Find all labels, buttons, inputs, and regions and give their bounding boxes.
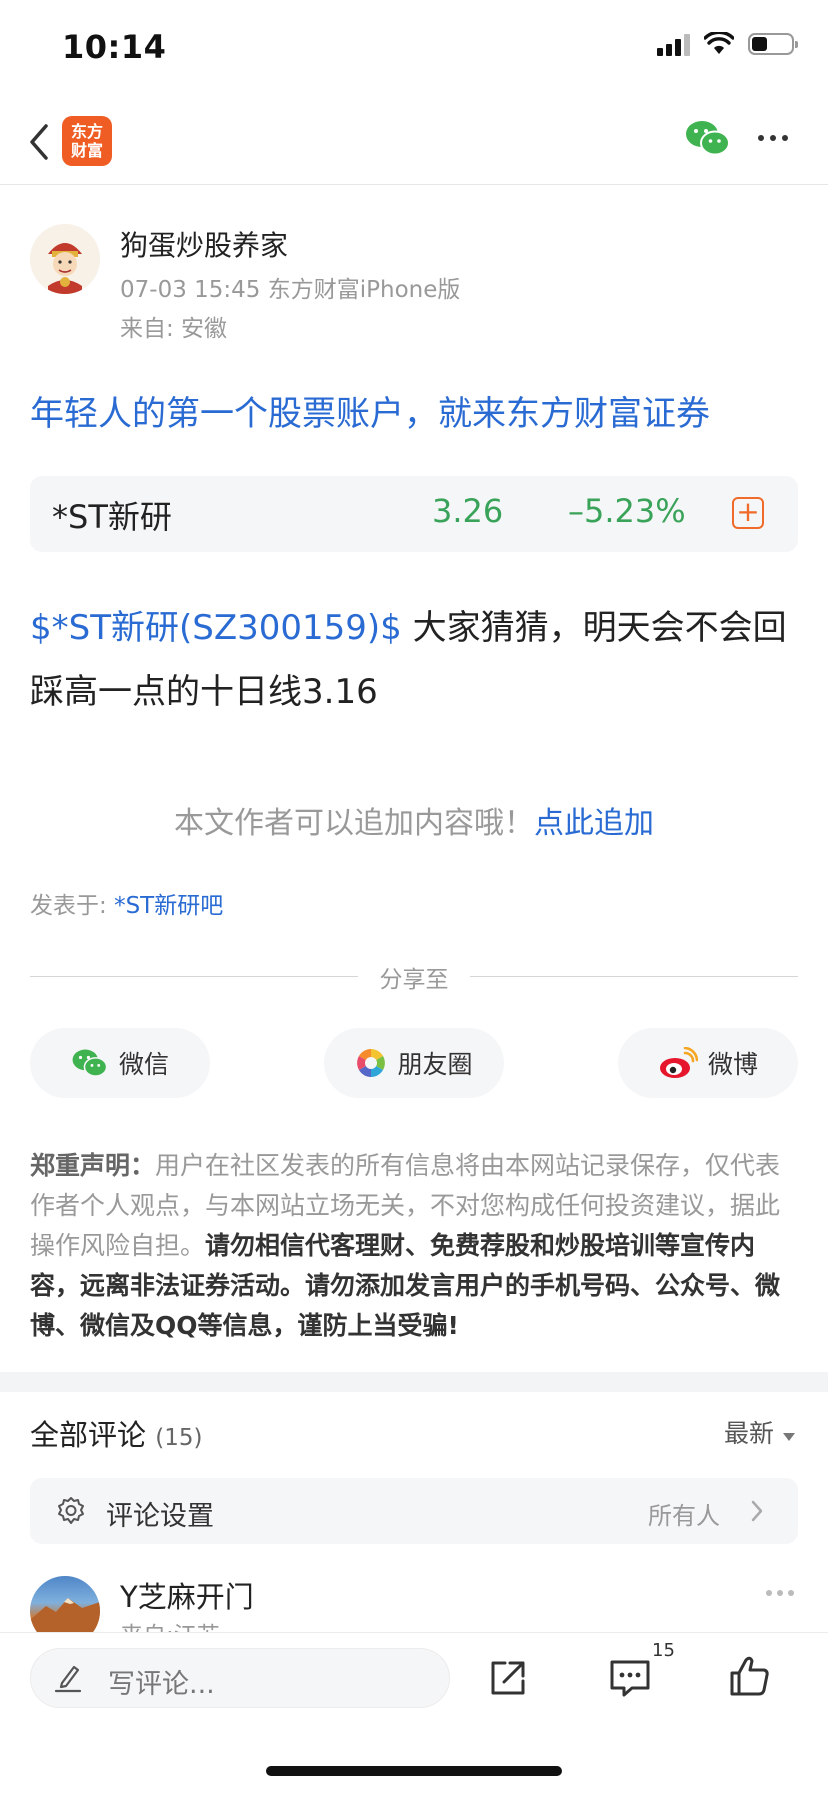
moments-icon — [357, 1049, 386, 1077]
comment-count-badge: 15 — [652, 1640, 675, 1661]
logo-line-1: 东方 — [70, 122, 103, 141]
share-weibo-button[interactable]: 微博 — [618, 1028, 798, 1098]
author-name[interactable]: 狗蛋炒股养家 — [120, 224, 288, 264]
caret-down-icon — [783, 1433, 795, 1441]
wechat-icon[interactable] — [684, 118, 732, 158]
append-prompt: 本文作者可以追加内容哦！点此追加 — [0, 798, 828, 842]
battery-icon — [748, 33, 798, 55]
wechat-icon — [72, 1049, 108, 1077]
share-divider-right — [470, 976, 798, 977]
posted-in-label: 发表于: — [30, 893, 115, 919]
home-indicator — [266, 1766, 562, 1776]
gear-icon — [58, 1497, 84, 1524]
stock-name: *ST新研 — [52, 498, 172, 536]
chevron-right-icon — [751, 1500, 763, 1522]
status-icons — [657, 32, 798, 56]
share-moments-label: 朋友圈 — [397, 1050, 473, 1079]
sort-label: 最新 — [724, 1419, 775, 1448]
ad-link[interactable]: 年轻人的第一个股票账户，就来东方财富证券 — [30, 386, 710, 435]
nav-divider — [0, 184, 828, 185]
status-time: 10:14 — [62, 28, 167, 66]
comment-more-icon[interactable] — [766, 1590, 794, 1596]
comment-icon[interactable] — [608, 1658, 652, 1698]
post-body: $*ST新研(SZ300159)$ 大家猜猜，明天会不会回踩高一点的十日线3.1… — [30, 596, 800, 724]
share-wechat-label: 微信 — [118, 1050, 169, 1079]
eastmoney-logo[interactable]: 东方 财富 — [62, 116, 112, 166]
share-weibo-label: 微博 — [707, 1050, 758, 1079]
logo-line-2: 财富 — [70, 141, 103, 160]
append-link[interactable]: 点此追加 — [534, 806, 654, 841]
comment-settings-label: 评论设置 — [106, 1501, 214, 1532]
stock-change: –5.23% — [568, 492, 686, 530]
section-separator — [0, 1372, 828, 1392]
disclaimer-head: 郑重声明： — [30, 1151, 156, 1180]
signal-icon — [657, 32, 690, 56]
add-watchlist-button[interactable]: + — [732, 497, 764, 529]
append-text: 本文作者可以追加内容哦！ — [174, 806, 534, 841]
share-divider-left — [30, 976, 358, 977]
share-moments-button[interactable]: 朋友圈 — [324, 1028, 504, 1098]
stock-price: 3.26 — [432, 492, 504, 530]
author-avatar[interactable] — [30, 224, 100, 294]
commenter-name[interactable]: Y芝麻开门 — [120, 1574, 254, 1616]
comment-settings-value: 所有人 — [648, 1502, 720, 1530]
weibo-icon — [659, 1047, 698, 1078]
share-title: 分享至 — [379, 967, 449, 993]
more-horizontal-icon[interactable] — [758, 128, 798, 148]
sort-dropdown[interactable]: 最新 — [724, 1414, 796, 1450]
post-meta: 07-03 15:45 东方财富iPhone版 — [120, 277, 461, 303]
stock-tag-link[interactable]: $*ST新研(SZ300159)$ — [30, 608, 402, 648]
wifi-icon — [704, 32, 734, 54]
post-location: 来自: 安徽 — [120, 316, 228, 342]
chevron-left-icon[interactable] — [24, 120, 58, 164]
comments-title: 全部评论 — [30, 1418, 147, 1452]
thumbs-up-icon[interactable] — [728, 1654, 770, 1698]
comment-input-placeholder: 写评论... — [108, 1669, 215, 1700]
disclaimer: 郑重声明：用户在社区发表的所有信息将由本网站记录保存，仅代表作者个人观点，与本网… — [30, 1146, 798, 1346]
comments-header: 全部评论 (15) — [30, 1412, 202, 1454]
comments-count: (15) — [155, 1425, 203, 1451]
forum-link[interactable]: *ST新研吧 — [114, 893, 223, 919]
posted-in: 发表于: *ST新研吧 — [30, 886, 223, 920]
share-wechat-button[interactable]: 微信 — [30, 1028, 210, 1098]
comment-input[interactable] — [30, 1648, 450, 1708]
pencil-icon — [54, 1665, 82, 1693]
share-out-icon[interactable] — [488, 1658, 528, 1698]
